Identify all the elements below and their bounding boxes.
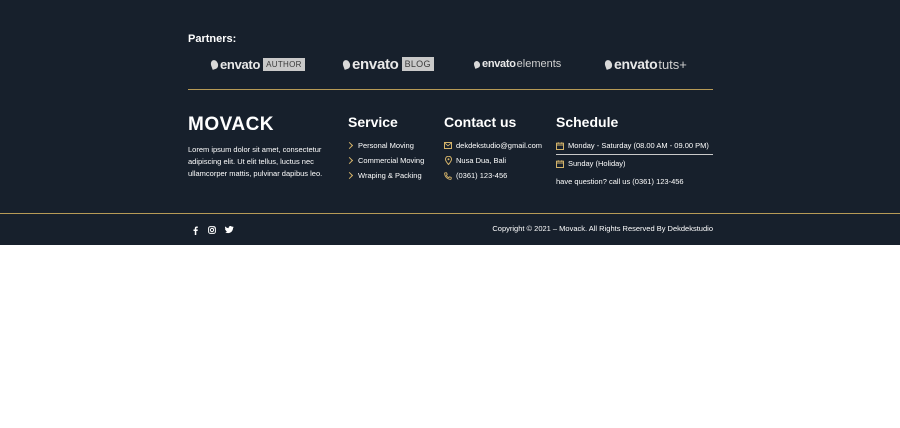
schedule-sunday-text: Sunday (Holiday) <box>568 159 626 168</box>
contact-title: Contact us <box>444 114 517 130</box>
schedule-weekday-text: Monday - Saturday (08.00 AM - 09.00 PM) <box>568 141 709 150</box>
schedule-question-text: have question? call us (0361) 123-456 <box>556 177 684 186</box>
envato-leaf-icon <box>472 59 482 69</box>
partner-word: envato <box>614 56 658 72</box>
contact-phone-text: (0361) 123-456 <box>456 171 508 180</box>
partner-tag: tuts+ <box>658 56 687 72</box>
partners-divider <box>188 89 713 90</box>
service-link-label: Commercial Moving <box>358 156 425 165</box>
service-link-personal-moving[interactable]: Personal Moving <box>345 141 414 150</box>
footer-bottom-divider <box>0 213 900 214</box>
partner-tag: elements <box>516 58 562 70</box>
twitter-icon[interactable] <box>224 225 234 235</box>
chevron-right-icon <box>345 156 354 165</box>
envato-leaf-icon <box>341 58 352 70</box>
chevron-right-icon <box>345 171 354 180</box>
partner-envato-blog-logo[interactable]: envato BLOG <box>341 55 434 73</box>
schedule-divider <box>556 154 713 155</box>
schedule-title: Schedule <box>556 114 619 130</box>
contact-address: Nusa Dua, Bali <box>444 156 506 165</box>
service-link-wraping-packing[interactable]: Wraping & Packing <box>345 171 422 180</box>
partner-tag: BLOG <box>401 57 434 71</box>
partner-word: envato <box>220 56 261 72</box>
envelope-icon <box>444 142 452 150</box>
facebook-icon[interactable] <box>190 225 200 235</box>
contact-address-text: Nusa Dua, Bali <box>456 156 507 165</box>
schedule-weekday: Monday - Saturday (08.00 AM - 09.00 PM) <box>556 141 709 150</box>
partner-envato-elements-logo[interactable]: envato elements <box>472 56 562 72</box>
service-link-label: Personal Moving <box>358 141 414 150</box>
schedule-sunday: Sunday (Holiday) <box>556 159 626 168</box>
map-pin-icon <box>444 156 452 165</box>
contact-email[interactable]: dekdekstudio@gmail.com <box>444 141 542 150</box>
service-title: Service <box>348 114 398 130</box>
service-link-commercial-moving[interactable]: Commercial Moving <box>345 156 425 165</box>
copyright-text: Copyright © 2021 – Movack. All Rights Re… <box>492 224 713 233</box>
partners-title: Partners: <box>188 33 237 45</box>
contact-phone[interactable]: (0361) 123-456 <box>444 171 507 180</box>
chevron-right-icon <box>345 141 354 150</box>
service-link-label: Wraping & Packing <box>358 171 422 180</box>
phone-icon <box>444 171 452 180</box>
partner-tag: AUTHOR <box>263 57 305 71</box>
envato-leaf-icon <box>603 58 614 70</box>
partner-envato-tuts-logo[interactable]: envato tuts+ <box>603 56 687 72</box>
schedule-question: have question? call us (0361) 123-456 <box>556 177 684 186</box>
partner-envato-author-logo[interactable]: envato AUTHOR <box>209 56 305 72</box>
envato-leaf-icon <box>209 58 220 70</box>
calendar-icon <box>556 159 564 168</box>
partner-word: envato <box>482 58 516 70</box>
brand-about-text: Lorem ipsum dolor sit amet, consectetur … <box>188 145 323 178</box>
instagram-icon[interactable] <box>207 225 217 235</box>
calendar-icon <box>556 141 564 150</box>
contact-email-text: dekdekstudio@gmail.com <box>456 141 542 150</box>
brand-name: MOVACK <box>188 114 275 135</box>
site-footer: Partners: envato AUTHOR envato BLOG enva… <box>0 0 900 245</box>
partner-word: envato <box>352 55 399 73</box>
